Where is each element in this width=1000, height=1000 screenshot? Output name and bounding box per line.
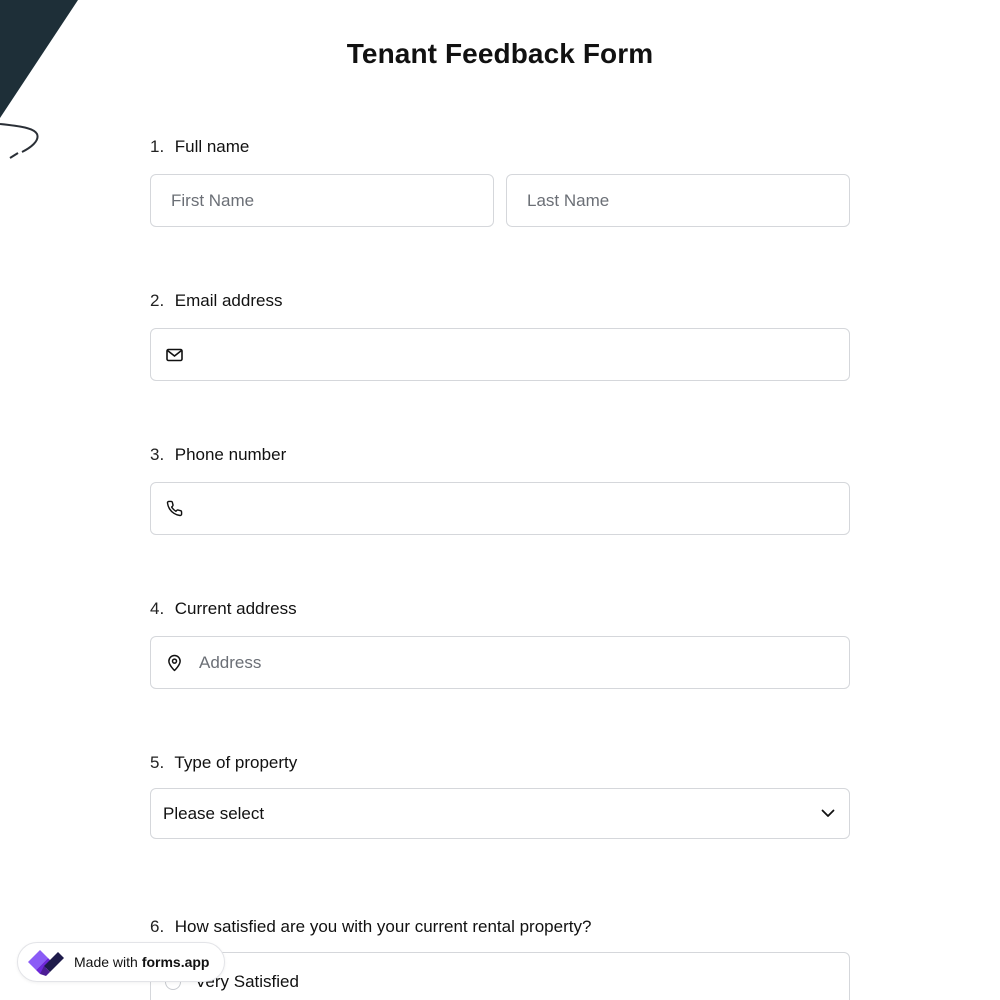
phone-icon	[165, 500, 183, 518]
address-input[interactable]: Address	[150, 636, 850, 689]
question-number: 3.	[150, 445, 165, 464]
property-type-select[interactable]: Please select	[150, 788, 850, 839]
question-number: 5.	[150, 753, 165, 772]
chevron-down-icon	[821, 809, 835, 818]
last-name-input[interactable]: Last Name	[506, 174, 850, 227]
first-name-input[interactable]: First Name	[150, 174, 494, 227]
question-address: 4. Current address Address	[150, 598, 850, 689]
question-property-type: 5. Type of property Please select	[150, 752, 850, 839]
question-text: Type of property	[174, 753, 298, 772]
mail-icon	[165, 346, 183, 364]
badge-brand: forms.app	[141, 954, 210, 970]
question-text: How satisfied are you with your current …	[174, 917, 592, 936]
last-name-placeholder: Last Name	[527, 190, 610, 210]
form-page: Tenant Feedback Form 1. Full name First …	[0, 0, 1000, 1000]
map-pin-icon	[165, 654, 183, 672]
phone-input[interactable]	[150, 482, 850, 535]
question-satisfaction: 6. How satisfied are you with your curre…	[150, 916, 850, 1000]
satisfaction-option[interactable]: Very Satisfied	[150, 952, 850, 1000]
question-number: 4.	[150, 599, 165, 618]
question-number: 6.	[150, 917, 165, 936]
question-label: 6. How satisfied are you with your curre…	[150, 916, 850, 938]
badge-prefix: Made with	[74, 954, 138, 970]
question-email: 2. Email address	[150, 290, 850, 381]
question-text: Phone number	[174, 445, 287, 464]
email-input[interactable]	[150, 328, 850, 381]
question-text: Full name	[174, 137, 250, 156]
form-title: Tenant Feedback Form	[346, 38, 654, 69]
question-label: 4. Current address	[150, 598, 850, 620]
question-label: 2. Email address	[150, 290, 850, 312]
corner-decoration	[0, 0, 78, 159]
question-full-name: 1. Full name First Name Last Name	[150, 136, 850, 227]
forms-app-logo-icon	[26, 946, 66, 978]
address-row: Address	[150, 636, 850, 689]
address-placeholder: Address	[199, 652, 262, 672]
property-type-selected: Please select	[163, 803, 265, 823]
email-row	[150, 328, 850, 381]
question-text: Email address	[174, 291, 283, 310]
question-number: 1.	[150, 137, 165, 156]
question-label: 1. Full name	[150, 136, 850, 158]
question-label: 3. Phone number	[150, 444, 850, 466]
phone-row	[150, 482, 850, 535]
name-fields: First Name Last Name	[150, 174, 850, 227]
question-text: Current address	[174, 599, 297, 618]
first-name-placeholder: First Name	[171, 190, 255, 210]
question-number: 2.	[150, 291, 165, 310]
question-phone: 3. Phone number	[150, 444, 850, 535]
question-label: 5. Type of property	[150, 752, 850, 774]
made-with-badge[interactable]: Made with forms.app	[17, 942, 225, 982]
